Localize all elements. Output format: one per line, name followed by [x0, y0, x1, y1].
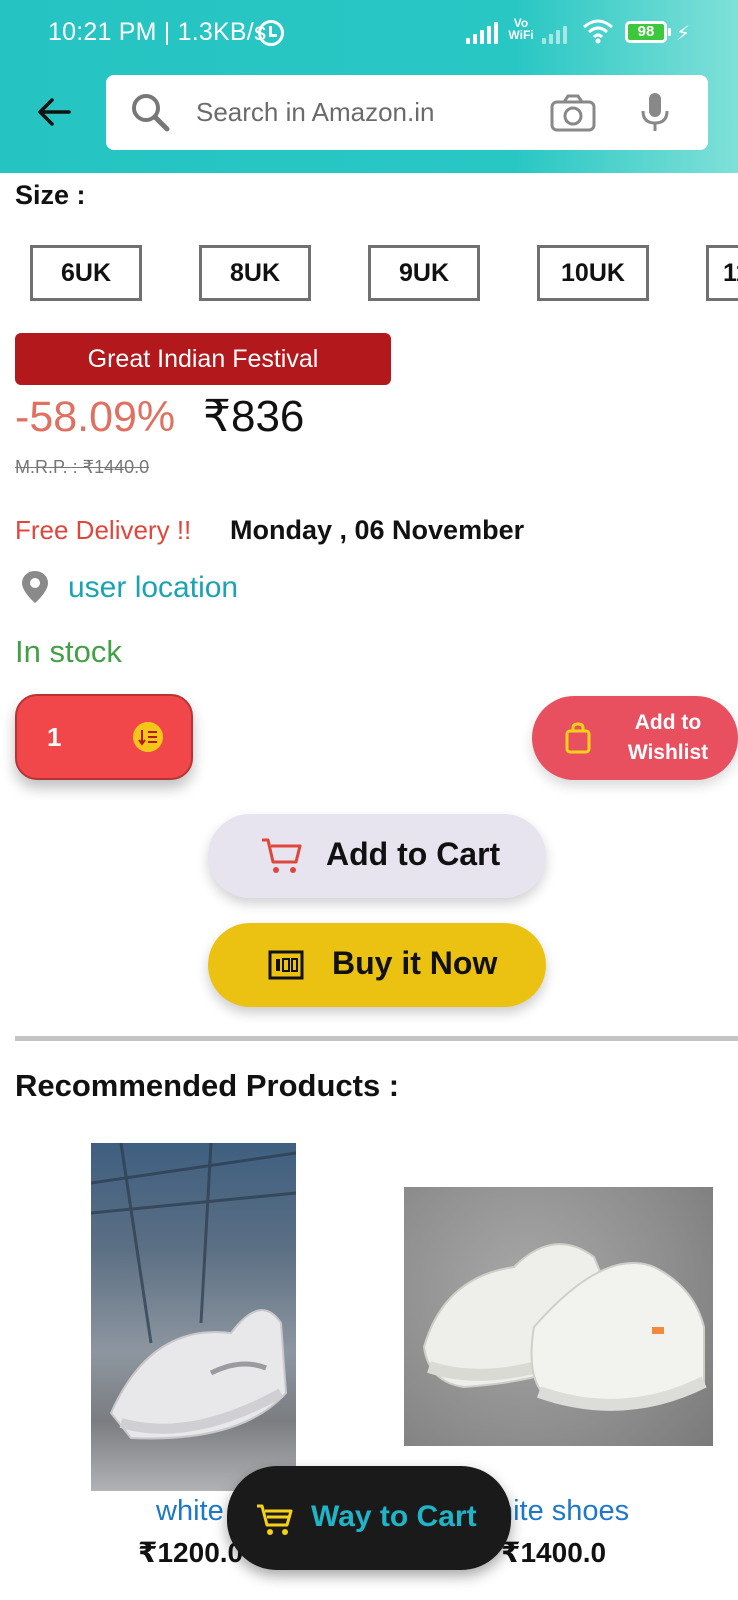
size-option-6uk[interactable]: 6UK	[30, 245, 142, 301]
charging-icon: ⚡	[676, 23, 691, 45]
buy-now-button[interactable]: Buy it Now	[208, 923, 546, 1007]
size-option-8uk[interactable]: 8UK	[199, 245, 311, 301]
section-divider	[15, 1036, 738, 1041]
signal-sim2-icon	[542, 22, 567, 44]
way-to-cart-label: Way to Cart	[311, 1500, 477, 1533]
shopping-bag-icon	[565, 722, 591, 754]
app-header: 10:21 PM | 1.3KB/s Vo WiFi 98 ⚡ Search i…	[0, 0, 738, 173]
status-time: 10:21 PM | 1.3KB/s	[48, 18, 267, 46]
add-to-cart-button[interactable]: Add to Cart	[208, 814, 546, 898]
cart-icon	[257, 1504, 293, 1535]
mrp-price: M.R.P. : ₹1440.0	[15, 457, 150, 477]
product-price-1: ₹1200.0	[138, 1537, 244, 1568]
wishlist-label-line1: Add to	[634, 711, 702, 734]
mic-icon[interactable]	[640, 91, 670, 133]
search-bar[interactable]: Search in Amazon.in	[106, 75, 708, 150]
size-option-10uk[interactable]: 10UK	[537, 245, 649, 301]
product-image[interactable]	[91, 1143, 296, 1491]
add-to-cart-label: Add to Cart	[326, 836, 501, 872]
discount-percent: -58.09%	[15, 393, 176, 441]
location-pin-icon	[22, 571, 48, 603]
size-option-9uk[interactable]: 9UK	[368, 245, 480, 301]
free-delivery-label: Free Delivery !!	[15, 515, 192, 545]
festival-badge: Great Indian Festival	[15, 333, 391, 385]
camera-icon[interactable]	[550, 94, 596, 132]
recommended-title: Recommended Products :	[15, 1068, 400, 1103]
shoe-illustration	[91, 1143, 296, 1440]
stock-status: In stock	[15, 634, 122, 669]
wishlist-label-line2: Wishlist	[627, 741, 709, 764]
add-to-wishlist-button[interactable]: Add to Wishlist	[532, 696, 738, 780]
battery-tip	[668, 28, 671, 36]
signal-icon	[466, 22, 498, 44]
size-option-11uk-label: 11UK	[723, 258, 738, 287]
arrow-left-icon	[38, 98, 71, 126]
battery-icon: 98	[625, 21, 667, 43]
quantity-selector[interactable]: 1	[15, 694, 193, 780]
buy-now-label: Buy it Now	[332, 945, 498, 981]
way-to-cart-button[interactable]: Way to Cart	[227, 1466, 511, 1570]
money-icon	[268, 950, 304, 980]
user-location-link[interactable]: user location	[68, 571, 238, 605]
size-label: Size :	[15, 180, 86, 210]
delivery-date: Monday , 06 November	[230, 515, 525, 545]
shoe-illustration	[422, 1243, 707, 1411]
product-price-2: ₹1400.0	[501, 1537, 607, 1568]
search-icon	[132, 94, 170, 132]
wishlist-label: Add to Wishlist	[608, 708, 728, 768]
product-price: ₹836	[203, 392, 305, 441]
cart-icon	[262, 838, 302, 873]
size-option-11uk[interactable]: 11UK	[706, 245, 738, 301]
wifi-icon	[583, 19, 613, 44]
product-image[interactable]	[404, 1187, 713, 1446]
alarm-icon	[258, 20, 284, 46]
vowifi-indicator: Vo WiFi	[508, 16, 534, 42]
quantity-value: 1	[47, 722, 62, 752]
search-input[interactable]: Search in Amazon.in	[196, 97, 434, 128]
sort-icon	[133, 722, 163, 752]
back-button[interactable]	[30, 88, 78, 136]
